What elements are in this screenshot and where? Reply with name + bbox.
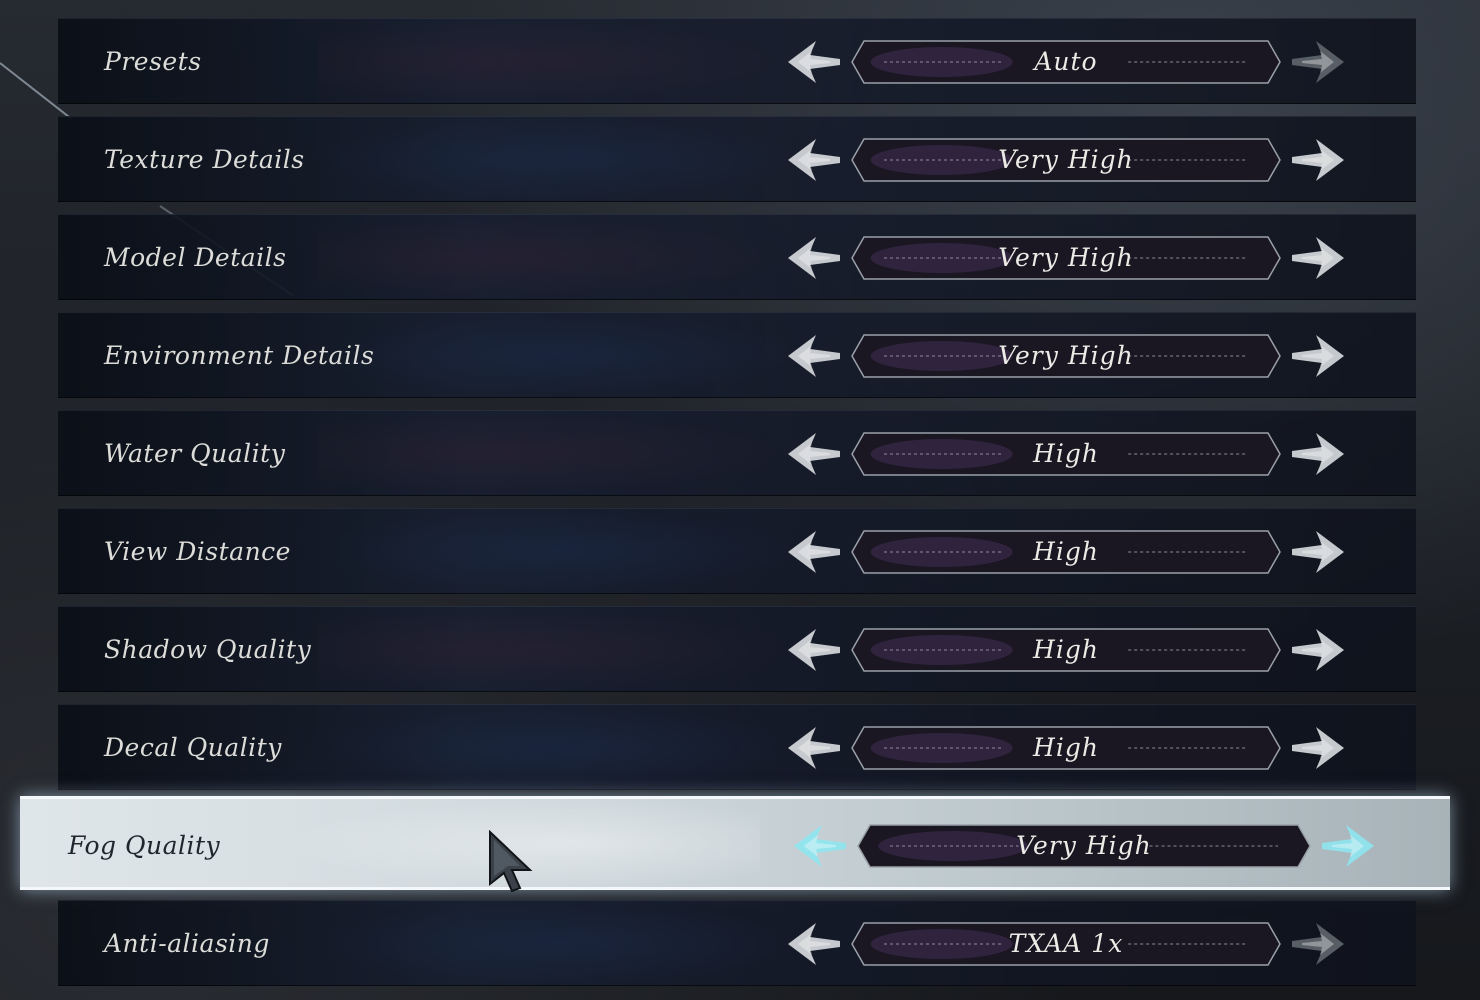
setting-label: Model Details	[104, 243, 287, 272]
arrow-right-icon[interactable]	[1290, 529, 1346, 575]
arrow-left-icon[interactable]	[786, 725, 842, 771]
arrow-left-icon[interactable]	[786, 431, 842, 477]
setting-row[interactable]: Shadow Quality High	[58, 606, 1416, 692]
value-display: Very High	[844, 235, 1288, 281]
setting-row[interactable]: Fog Quality Very High	[20, 796, 1450, 890]
setting-label: Decal Quality	[104, 733, 282, 762]
value-selector: High	[786, 719, 1346, 777]
value-selector: Auto	[786, 33, 1346, 91]
arrow-left-icon[interactable]	[786, 137, 842, 183]
setting-row[interactable]: Texture Details Very High	[58, 116, 1416, 202]
setting-label: Texture Details	[104, 145, 305, 174]
setting-value: High	[1033, 733, 1099, 762]
setting-label: Water Quality	[104, 439, 286, 468]
setting-row[interactable]: Presets Auto	[58, 18, 1416, 104]
value-selector: TXAA 1x	[786, 915, 1346, 973]
arrow-right-icon[interactable]	[1290, 39, 1346, 85]
value-selector: Very High	[786, 327, 1346, 385]
value-selector: High	[786, 621, 1346, 679]
value-display: High	[844, 431, 1288, 477]
setting-value: Very High	[1016, 831, 1152, 860]
setting-row[interactable]: Decal Quality High	[58, 704, 1416, 790]
arrow-right-icon[interactable]	[1290, 137, 1346, 183]
setting-label: Anti-aliasing	[104, 929, 270, 958]
mouse-cursor-icon	[489, 830, 533, 892]
setting-row[interactable]: Model Details Very High	[58, 214, 1416, 300]
arrow-right-icon[interactable]	[1290, 921, 1346, 967]
setting-label: Presets	[104, 47, 202, 76]
arrow-left-icon[interactable]	[786, 921, 842, 967]
arrow-left-icon[interactable]	[792, 823, 848, 869]
value-display: Auto	[844, 39, 1288, 85]
setting-row[interactable]: Environment Details Very High	[58, 312, 1416, 398]
value-display: TXAA 1x	[844, 921, 1288, 967]
setting-value: Very High	[998, 243, 1134, 272]
arrow-right-icon[interactable]	[1320, 823, 1376, 869]
value-display: Very High	[844, 137, 1288, 183]
value-display: Very High	[844, 333, 1288, 379]
setting-value: Very High	[998, 145, 1134, 174]
value-selector: Very High	[786, 131, 1346, 189]
value-display: High	[844, 529, 1288, 575]
arrow-left-icon[interactable]	[786, 235, 842, 281]
arrow-left-icon[interactable]	[786, 333, 842, 379]
arrow-right-icon[interactable]	[1290, 431, 1346, 477]
setting-label: Shadow Quality	[104, 635, 312, 664]
setting-value: High	[1033, 537, 1099, 566]
setting-row[interactable]: Anti-aliasing TXAA 1x	[58, 900, 1416, 986]
arrow-left-icon[interactable]	[786, 39, 842, 85]
setting-value: TXAA 1x	[1008, 929, 1124, 958]
setting-value: Very High	[998, 341, 1134, 370]
setting-value: High	[1033, 439, 1099, 468]
value-selector: High	[786, 425, 1346, 483]
setting-row[interactable]: Water Quality High	[58, 410, 1416, 496]
graphics-settings-list: Presets Auto Texture Details Very High Model…	[0, 0, 1480, 1000]
setting-label: Fog Quality	[68, 831, 221, 860]
value-selector: High	[786, 523, 1346, 581]
setting-value: Auto	[1034, 47, 1098, 76]
arrow-right-icon[interactable]	[1290, 235, 1346, 281]
value-display: High	[844, 627, 1288, 673]
setting-value: High	[1033, 635, 1099, 664]
arrow-right-icon[interactable]	[1290, 333, 1346, 379]
arrow-right-icon[interactable]	[1290, 725, 1346, 771]
setting-row[interactable]: View Distance High	[58, 508, 1416, 594]
setting-label: Environment Details	[104, 341, 375, 370]
value-display: High	[844, 725, 1288, 771]
arrow-left-icon[interactable]	[786, 627, 842, 673]
setting-label: View Distance	[104, 537, 291, 566]
value-display: Very High	[850, 823, 1318, 869]
value-selector: Very High	[792, 817, 1374, 875]
arrow-left-icon[interactable]	[786, 529, 842, 575]
value-selector: Very High	[786, 229, 1346, 287]
arrow-right-icon[interactable]	[1290, 627, 1346, 673]
